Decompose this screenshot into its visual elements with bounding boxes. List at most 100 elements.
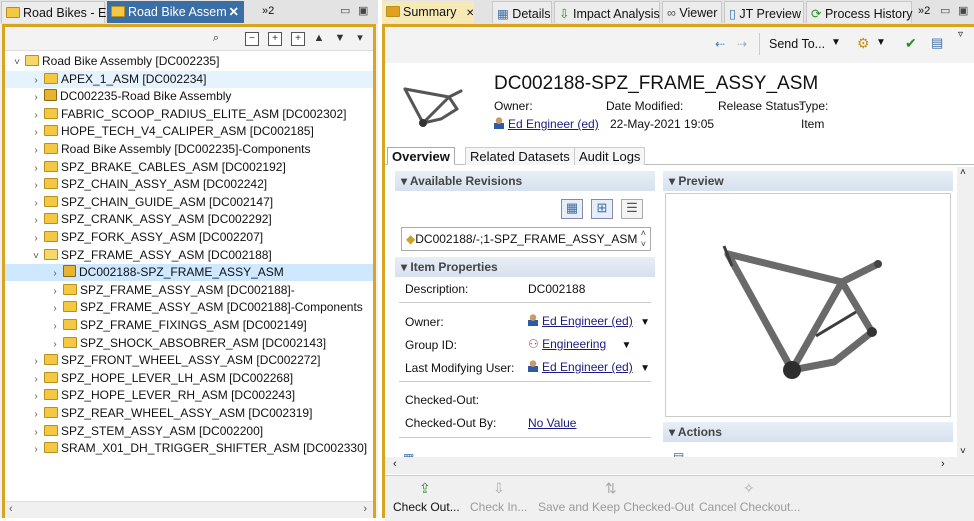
chevron-right-icon[interactable]: › [28,424,44,441]
tab-overflow[interactable]: »2 [914,1,938,23]
tree-item[interactable]: › SPZ_STEM_ASSY_ASM [DC002200] [5,423,373,440]
tree-item[interactable]: › Road Bike Assembly [DC002235]-Component… [5,141,373,158]
vertical-scrollbar[interactable]: ˄ ˅ [957,167,974,457]
group-id-field[interactable]: ⚇ Engineering ▼ [528,337,631,351]
tree-item[interactable]: › DC002188-SPZ_FRAME_ASSY_ASM [5,264,373,282]
tab-jt-preview[interactable]: ▯ JT Preview [724,1,804,23]
tree-item[interactable]: › DC002235-Road Bike Assembly [5,88,373,105]
tree-item[interactable]: › SPZ_SHOCK_ABSOBRER_ASM [DC002143] [5,335,373,352]
scroll-left-icon[interactable]: ‹ [393,458,397,470]
owner-field[interactable]: Ed Engineer (ed) ▼ [528,314,650,328]
back-icon[interactable]: ⇠ [715,37,725,51]
checked-out-by-value[interactable]: No Value [528,416,576,430]
horizontal-scrollbar[interactable]: ‹ › [385,457,974,474]
close-icon[interactable]: ✕ [229,4,239,19]
tree-item[interactable]: › APEX_1_ASM [DC002234] [5,70,373,89]
tree-item[interactable]: ˅ SPZ_FRAME_ASSY_ASM [DC002188] [5,247,373,264]
tree-item[interactable]: › SPZ_FRAME_ASSY_ASM [DC002188]- [5,282,373,299]
chevron-right-icon[interactable]: › [28,371,44,388]
workflow-icon[interactable]: ⚙ [857,35,870,52]
chevron-down-icon[interactable]: ˅ [28,248,44,265]
minimize-icon[interactable]: ▭ [340,4,350,17]
search-icon[interactable]: ⌕ [209,32,223,46]
tab-impact-analysis[interactable]: ⇩ Impact Analysis [554,1,660,23]
maximize-icon[interactable]: ▣ [358,4,368,17]
chevron-right-icon[interactable]: › [28,388,44,405]
chevron-down-icon[interactable]: ˅ [9,54,25,71]
tab-viewer[interactable]: ∞ Viewer [662,1,722,23]
tree-item[interactable]: › SPZ_FRAME_FIXINGS_ASM [DC002149] [5,317,373,334]
tree-view-icon[interactable]: ⊞ [591,199,613,219]
collapse-all-icon[interactable]: − [245,32,259,46]
chevron-right-icon[interactable]: › [28,107,44,124]
scroll-left-icon[interactable]: ‹ [9,503,13,515]
checkmark-icon[interactable]: ✔ [905,35,917,52]
chevron-right-icon[interactable]: › [28,89,44,106]
forward-icon[interactable]: ⇢ [737,37,747,51]
tab-road-bikes[interactable]: Road Bikes - Ed [1,1,113,23]
chevron-right-icon[interactable]: › [28,406,44,423]
tab-audit-logs[interactable]: Audit Logs [574,147,646,165]
scroll-up-icon[interactable]: ˄ [960,167,966,178]
list-view-icon[interactable]: ☰ [621,199,643,219]
tab-details[interactable]: ▦ Details [492,1,552,23]
save-keep-checked-out-button[interactable]: Save and Keep Checked-Out [538,500,694,514]
check-in-button[interactable]: Check In... [470,500,527,514]
chevron-right-icon[interactable]: › [28,441,44,458]
scroll-down-icon[interactable]: ˅ [960,446,966,457]
table-view-icon[interactable]: ▦ [561,199,583,219]
horizontal-scrollbar[interactable]: ‹ › [5,501,373,518]
move-down-icon[interactable]: ▼ [333,32,347,46]
tree-item[interactable]: › HOPE_TECH_V4_CALIPER_ASM [DC002185] [5,123,373,140]
chevron-right-icon[interactable]: › [28,230,44,247]
tree-item[interactable]: › SPZ_HOPE_LEVER_RH_ASM [DC002243] [5,387,373,404]
chevron-right-icon[interactable]: › [47,336,63,353]
move-up-icon[interactable]: ▲ [312,32,326,46]
tree-item[interactable]: › SRAM_X01_DH_TRIGGER_SHIFTER_ASM [DC0023… [5,440,373,457]
tab-overflow[interactable]: »2 [258,1,282,23]
chevron-right-icon[interactable]: › [28,124,44,141]
chevron-right-icon[interactable]: › [28,195,44,212]
owner-value[interactable]: Ed Engineer (ed) [494,117,599,131]
tab-related-datasets[interactable]: Related Datasets [465,147,575,165]
tab-process-history[interactable]: ⟳ Process History [806,1,913,23]
chevron-right-icon[interactable]: › [47,265,63,282]
tree-item[interactable]: › SPZ_CHAIN_ASSY_ASM [DC002242] [5,176,373,193]
chevron-right-icon[interactable]: › [28,353,44,370]
chevron-down-icon[interactable]: ▼ [831,37,841,48]
tab-summary[interactable]: Summary ✕ [382,1,474,23]
cancel-checkout-button[interactable]: Cancel Checkout... [699,500,800,514]
chevron-right-icon[interactable]: › [47,283,63,300]
tree-item[interactable]: › SPZ_FRAME_ASSY_ASM [DC002188]-Component… [5,299,373,316]
tree-item[interactable]: › SPZ_FORK_ASSY_ASM [DC002207] [5,229,373,246]
chevron-right-icon[interactable]: › [47,318,63,335]
view-menu-icon[interactable]: ▾ [353,32,367,46]
send-to-menu[interactable]: Send To... [769,37,825,51]
spinner-icon[interactable]: ˄ ˅ [641,228,646,250]
actions-section[interactable]: ▾ Actions [663,422,953,442]
minimize-icon[interactable]: ▭ [940,4,950,17]
preview-section[interactable]: ▾ Preview [663,171,953,191]
last-modifying-user-field[interactable]: Ed Engineer (ed) ▼ [528,360,650,374]
check-out-button[interactable]: Check Out... [393,500,460,514]
chevron-right-icon[interactable]: › [28,177,44,194]
close-icon[interactable]: ✕ [466,8,474,19]
tab-overview[interactable]: Overview [387,147,455,165]
available-revisions-section[interactable]: ▾ Available Revisions [395,171,655,191]
scroll-right-icon[interactable]: › [941,458,945,470]
chevron-down-icon[interactable]: ▼ [876,37,886,48]
tree-item[interactable]: › SPZ_REAR_WHEEL_ASSY_ASM [DC002319] [5,405,373,422]
tree-item[interactable]: › SPZ_BRAKE_CABLES_ASM [DC002192] [5,159,373,176]
revision-selector[interactable]: ◆DC002188/-;1-SPZ_FRAME_ASSY_ASM ˄ ˅ [401,227,651,251]
tree-item[interactable]: ˅ Road Bike Assembly [DC002235] [5,53,373,70]
chevron-right-icon[interactable]: › [28,72,44,89]
chevron-right-icon[interactable]: › [47,300,63,317]
tab-road-bike-assembly[interactable]: Road Bike Assem ✕ [107,1,244,23]
expand-all-icon[interactable]: + [291,32,305,46]
tree-item[interactable]: › SPZ_CRANK_ASSY_ASM [DC002292] [5,211,373,228]
scroll-right-icon[interactable]: › [363,503,367,515]
expand-icon[interactable]: + [268,32,282,46]
chevron-right-icon[interactable]: › [28,142,44,159]
chevron-down-icon[interactable]: ▼ [640,363,650,374]
chevron-right-icon[interactable]: › [28,160,44,177]
